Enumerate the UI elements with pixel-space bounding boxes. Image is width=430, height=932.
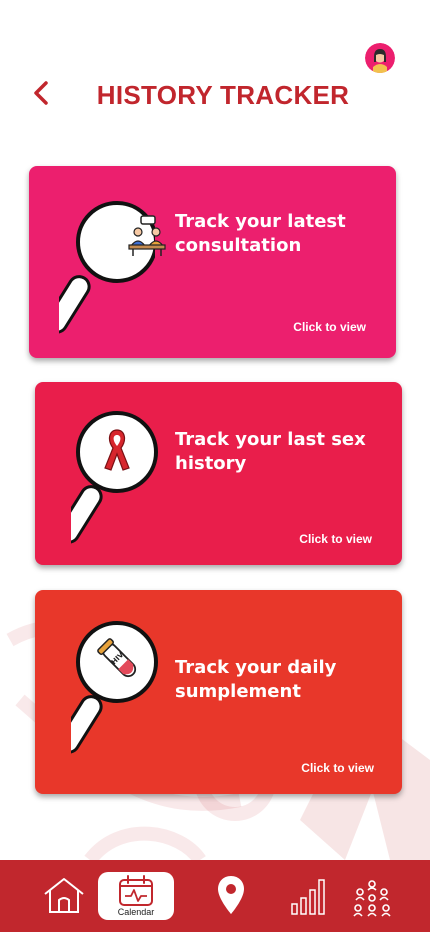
consultation-icon: [128, 215, 166, 256]
bottom-nav-bar: Calendar: [0, 860, 430, 932]
nav-home[interactable]: [42, 876, 86, 918]
card-latest-consultation[interactable]: Track your latest consultation Click to …: [29, 166, 396, 358]
click-to-view-link[interactable]: Click to view: [301, 761, 374, 775]
card-label: Track your daily sumplement: [175, 657, 337, 702]
nav-calendar-label: Calendar: [117, 907, 155, 917]
community-icon: [353, 880, 391, 917]
nav-calendar[interactable]: Calendar: [98, 872, 174, 920]
stats-bars-icon: [291, 879, 325, 915]
user-avatar[interactable]: [365, 43, 395, 73]
hiv-test-tube-icon: HIV: [97, 638, 137, 678]
avatar-icon: [365, 43, 395, 73]
home-icon: [44, 878, 84, 913]
card-label: Track your last sex history: [175, 429, 366, 474]
red-ribbon-icon: [104, 429, 130, 471]
click-to-view-link[interactable]: Click to view: [293, 320, 366, 334]
card-daily-supplement[interactable]: HIV Track your daily sumplement Click to…: [35, 590, 402, 794]
nav-location[interactable]: [216, 874, 246, 920]
card-sex-history[interactable]: Track your last sex history Click to vie…: [35, 382, 402, 565]
location-pin-icon: [218, 876, 244, 914]
calendar-icon: [119, 875, 153, 906]
nav-community[interactable]: [352, 878, 392, 922]
page-title: HISTORY TRACKER: [96, 80, 350, 110]
card-label: Track your latest consultation: [175, 211, 346, 256]
click-to-view-link[interactable]: Click to view: [299, 532, 372, 546]
nav-stats[interactable]: [290, 876, 330, 920]
